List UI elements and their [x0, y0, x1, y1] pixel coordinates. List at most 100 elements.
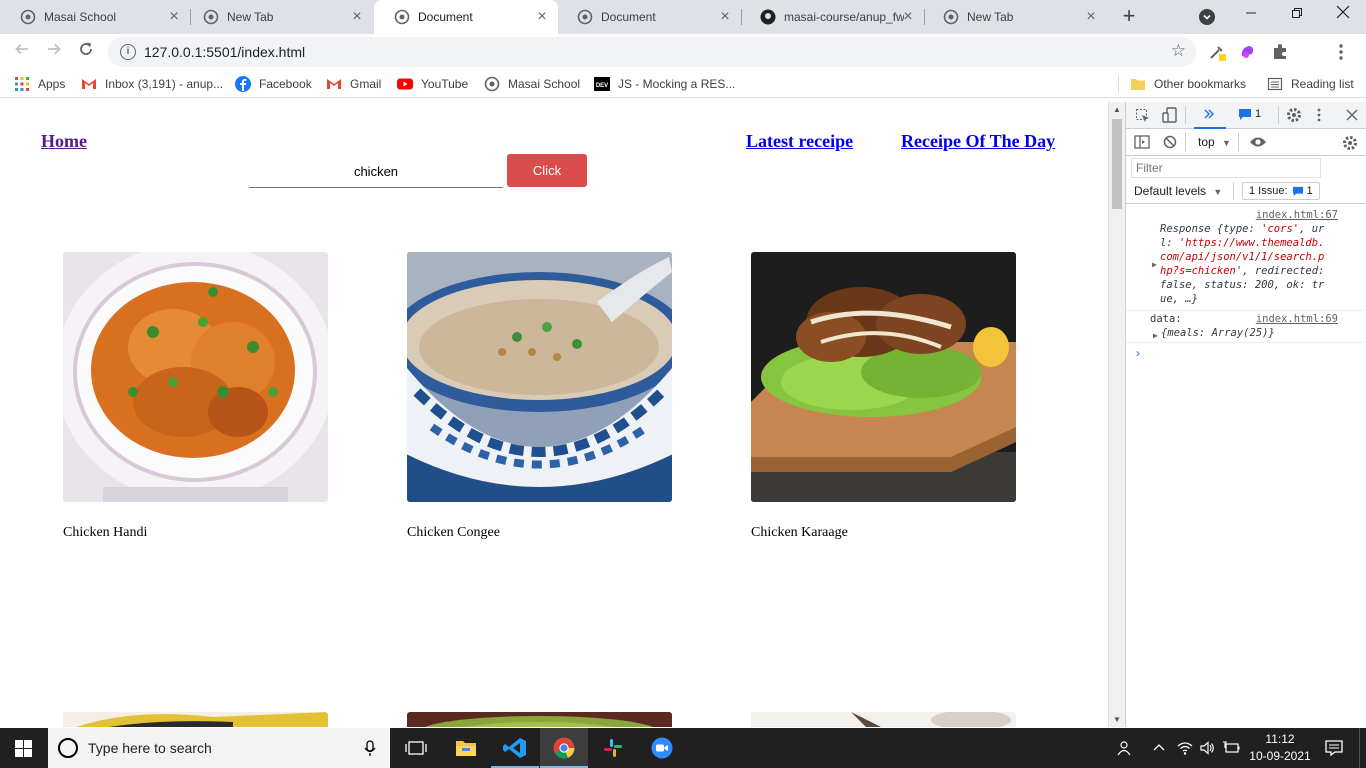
bookmark-masai-school[interactable]: Masai School	[484, 76, 580, 92]
volume-icon[interactable]	[1199, 740, 1215, 756]
bookmark-youtube[interactable]: YouTube	[397, 76, 468, 92]
chevron-up-icon[interactable]	[1153, 742, 1165, 752]
chrome-app-active[interactable]	[540, 728, 588, 768]
close-icon[interactable]: ×	[349, 9, 365, 25]
clear-console-icon[interactable]	[1163, 135, 1177, 149]
messages-badge[interactable]: 1	[1236, 106, 1268, 124]
expand-triangle-icon[interactable]: ▶	[1153, 329, 1158, 343]
chrome-icon	[553, 737, 575, 759]
people-icon[interactable]	[1115, 740, 1131, 756]
reading-list[interactable]: Reading list	[1267, 76, 1354, 92]
close-icon[interactable]: ×	[1083, 9, 1099, 25]
settings-gear-icon[interactable]	[1286, 107, 1302, 123]
scroll-up-icon[interactable]: ▲	[1113, 105, 1121, 114]
source-link[interactable]: index.html:69	[1256, 312, 1338, 326]
chrome-menu-button[interactable]	[1336, 41, 1346, 63]
new-tab-button[interactable]: +	[1118, 5, 1140, 28]
device-toolbar-icon[interactable]	[1162, 107, 1178, 124]
minimize-button[interactable]	[1228, 0, 1274, 32]
reload-button[interactable]	[74, 40, 98, 64]
bookmark-js-mocking[interactable]: DEV JS - Mocking a RES...	[594, 76, 735, 92]
vscode-app[interactable]	[491, 728, 539, 768]
wifi-icon[interactable]	[1177, 740, 1193, 756]
recipe-name: Chicken Karaage	[751, 525, 848, 540]
notifications-icon[interactable]	[1325, 739, 1343, 757]
recipe-image[interactable]	[407, 252, 672, 502]
recipe-card[interactable]: Chicken Handi	[63, 252, 328, 541]
recipe-image[interactable]	[751, 252, 1016, 502]
close-icon[interactable]: ×	[166, 9, 182, 25]
bookmark-inbox[interactable]: Inbox (3,191) - anup...	[81, 76, 223, 92]
nav-home-link[interactable]: Home	[41, 131, 87, 152]
console-settings-gear-icon[interactable]	[1342, 135, 1358, 151]
close-icon[interactable]: ×	[717, 9, 733, 25]
kebab-menu-icon[interactable]	[1316, 107, 1322, 123]
zoom-app[interactable]	[638, 728, 686, 768]
bookmark-star-icon[interactable]: ☆	[1171, 41, 1186, 61]
task-view-button[interactable]	[392, 728, 440, 768]
slack-app[interactable]	[589, 728, 637, 768]
bookmark-other[interactable]: Other bookmarks	[1130, 76, 1246, 92]
eyedropper-extension-icon[interactable]	[1207, 42, 1227, 62]
clock-time[interactable]: 11:12	[1253, 732, 1307, 746]
issues-button[interactable]: 1 Issue: 1	[1242, 182, 1320, 200]
recipe-card-image-partial[interactable]	[407, 712, 672, 727]
source-link[interactable]: index.html:67	[1256, 208, 1338, 222]
nav-latest-recipe-link[interactable]: Latest receipe	[746, 131, 853, 152]
battery-icon[interactable]	[1222, 741, 1240, 755]
gmail-icon	[327, 79, 341, 89]
console-filter-input[interactable]	[1131, 158, 1321, 178]
eye-icon[interactable]	[1249, 135, 1267, 149]
inspect-element-icon[interactable]	[1135, 108, 1151, 124]
recipe-card[interactable]: Chicken Karaage	[751, 252, 1016, 541]
recipe-card-image-partial[interactable]	[751, 712, 1016, 727]
context-selector[interactable]: top ▼	[1198, 135, 1231, 149]
recipe-card[interactable]: Chicken Congee	[407, 252, 672, 541]
scroll-down-icon[interactable]: ▼	[1113, 715, 1121, 724]
tab-document[interactable]: Document ×	[557, 0, 741, 34]
address-bar[interactable]: i 127.0.0.1:5501/index.html ☆	[108, 37, 1196, 67]
tab-search-button[interactable]	[1199, 9, 1215, 25]
expand-triangle-icon[interactable]: ▶	[1152, 258, 1157, 272]
tab-masai-school[interactable]: Masai School ×	[0, 0, 190, 34]
back-button[interactable]	[10, 40, 34, 64]
tab-document-active[interactable]: Document ×	[374, 0, 558, 34]
taskbar-search-box[interactable]: Type here to search	[48, 728, 390, 768]
microphone-icon[interactable]	[364, 740, 376, 757]
response-object[interactable]: Response {type: 'cors', ur l: 'https://w…	[1160, 222, 1346, 306]
bookmark-facebook[interactable]: Facebook	[235, 76, 312, 92]
start-button[interactable]	[0, 728, 48, 768]
restore-button[interactable]	[1274, 0, 1320, 32]
close-icon[interactable]: ×	[534, 9, 550, 25]
extensions-puzzle-icon[interactable]	[1270, 42, 1290, 62]
bookmark-apps[interactable]: Apps	[14, 76, 65, 92]
search-input[interactable]	[249, 155, 503, 188]
tab-new-tab-2[interactable]: New Tab ×	[923, 0, 1107, 34]
clock-date[interactable]: 10-09-2021	[1245, 749, 1315, 763]
close-icon[interactable]: ×	[900, 9, 916, 25]
issues-label: 1 Issue:	[1249, 185, 1288, 197]
nav-recipe-of-day-link[interactable]: Receipe Of The Day	[901, 131, 1055, 152]
log-levels-label: Default levels	[1134, 184, 1207, 198]
file-explorer-app[interactable]	[442, 728, 490, 768]
close-icon[interactable]	[1346, 109, 1358, 121]
show-desktop-button[interactable]	[1359, 728, 1360, 768]
bookmark-gmail[interactable]: Gmail	[326, 76, 381, 92]
data-object[interactable]: {meals: Array(25)}	[1161, 326, 1275, 340]
info-icon[interactable]: i	[120, 44, 136, 60]
more-tabs-button[interactable]	[1194, 102, 1226, 129]
color-picker-extension-icon[interactable]	[1238, 42, 1258, 62]
recipe-card-image-partial[interactable]	[63, 712, 328, 727]
recipe-image[interactable]	[63, 252, 328, 502]
console-prompt-icon[interactable]: ›	[1136, 346, 1140, 360]
scrollbar-thumb[interactable]	[1112, 119, 1122, 209]
tab-new-tab[interactable]: New Tab ×	[183, 0, 373, 34]
forward-button[interactable]	[42, 40, 66, 64]
page-scrollbar[interactable]: ▲ ▼	[1108, 102, 1125, 727]
sidebar-toggle-icon[interactable]	[1134, 135, 1150, 149]
search-button[interactable]: Click	[507, 154, 587, 187]
log-levels-dropdown[interactable]: Default levels ▼	[1134, 184, 1222, 198]
bookmarks-bar: Apps Inbox (3,191) - anup... Facebook Gm…	[0, 70, 1366, 98]
tab-github[interactable]: masai-course/anup_fw ×	[740, 0, 924, 34]
close-window-button[interactable]	[1320, 0, 1366, 32]
